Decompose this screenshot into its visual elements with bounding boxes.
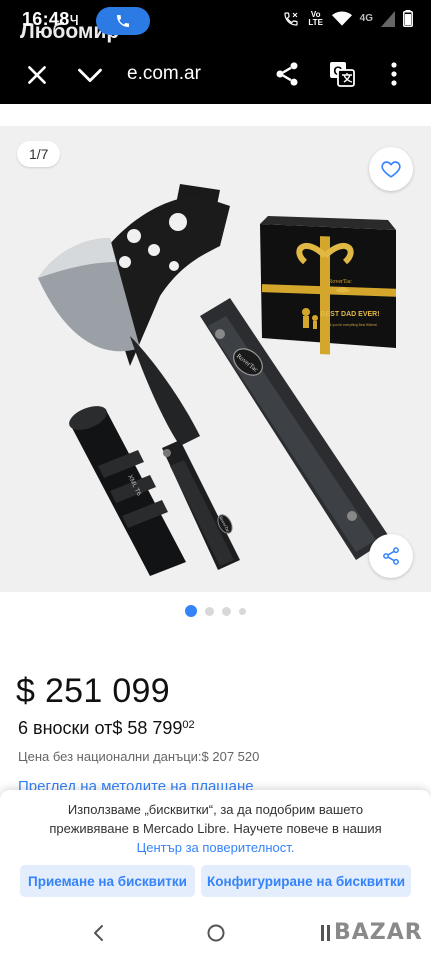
product-image[interactable]: RoverTac BEST DAD EVER! Thank you for ev… — [30, 166, 400, 576]
box-brand: RoverTac — [328, 279, 352, 285]
share-product-button[interactable] — [369, 534, 413, 578]
more-vert-icon[interactable] — [384, 60, 404, 88]
installments-info: 6 вноски от$ 58 79902 — [18, 718, 195, 738]
pagination-dot[interactable] — [239, 607, 246, 615]
signal-icon — [381, 10, 395, 27]
price-without-taxes: Цена без национални данъци:$ 207 520 — [18, 749, 260, 764]
box-subline: Thank you for everything Best Wishes! — [323, 323, 378, 327]
cookie-message: Използваме „бисквитки“, за да подобрим в… — [49, 802, 382, 855]
status-icons: Vo LTE 4G — [282, 10, 413, 27]
system-navigation-bar: BAZAR — [0, 906, 431, 960]
pagination-dot-active[interactable] — [185, 605, 197, 617]
bazar-watermark: BAZAR — [334, 920, 423, 945]
cookie-banner: Използваме „бисквитки“, за да подобрим в… — [0, 790, 431, 906]
volte-indicator: Vo LTE — [308, 9, 323, 27]
page-top-strip — [0, 104, 431, 126]
configure-cookies-button[interactable]: Конфигуриране на бисквитки — [201, 865, 411, 897]
network-type: 4G — [359, 12, 373, 24]
pagination-dot[interactable] — [222, 606, 231, 616]
flashlight-illustration: XML T6 — [69, 406, 186, 576]
close-icon[interactable] — [24, 62, 50, 88]
browser-toolbar: e.com.ar G — [0, 44, 431, 104]
wifi-icon — [331, 11, 352, 26]
privacy-center-link[interactable]: Център за поверителност. — [137, 840, 295, 855]
product-gallery[interactable]: RoverTac BEST DAD EVER! Thank you for ev… — [0, 126, 431, 592]
share-icon — [383, 547, 399, 565]
call-forward-icon — [284, 11, 298, 26]
translate-icon[interactable]: G — [328, 60, 356, 88]
ongoing-call-chip[interactable] — [96, 7, 150, 35]
heart-icon — [381, 161, 401, 178]
favorite-button[interactable] — [369, 147, 413, 191]
accept-cookies-button[interactable]: Приемане на бисквитки — [20, 865, 195, 897]
box-headline: BEST DAD EVER! — [320, 311, 379, 318]
back-icon[interactable] — [89, 923, 109, 943]
url-text[interactable]: e.com.ar — [127, 63, 201, 85]
pagination-dot[interactable] — [205, 606, 214, 616]
battery-icon — [403, 10, 413, 27]
phone-icon — [117, 15, 129, 27]
chevron-down-icon[interactable] — [76, 64, 104, 88]
image-counter: 1/7 — [17, 141, 61, 167]
share-icon[interactable] — [273, 60, 301, 88]
home-icon[interactable] — [206, 923, 226, 943]
gallery-pagination — [0, 604, 431, 618]
top-bar: 16:48ч Любомир Vo LTE 4G e.com.ar G — [0, 0, 431, 107]
product-price: $ 251 099 — [16, 672, 170, 710]
gift-box-illustration: RoverTac BEST DAD EVER! Thank you for ev… — [260, 216, 396, 355]
